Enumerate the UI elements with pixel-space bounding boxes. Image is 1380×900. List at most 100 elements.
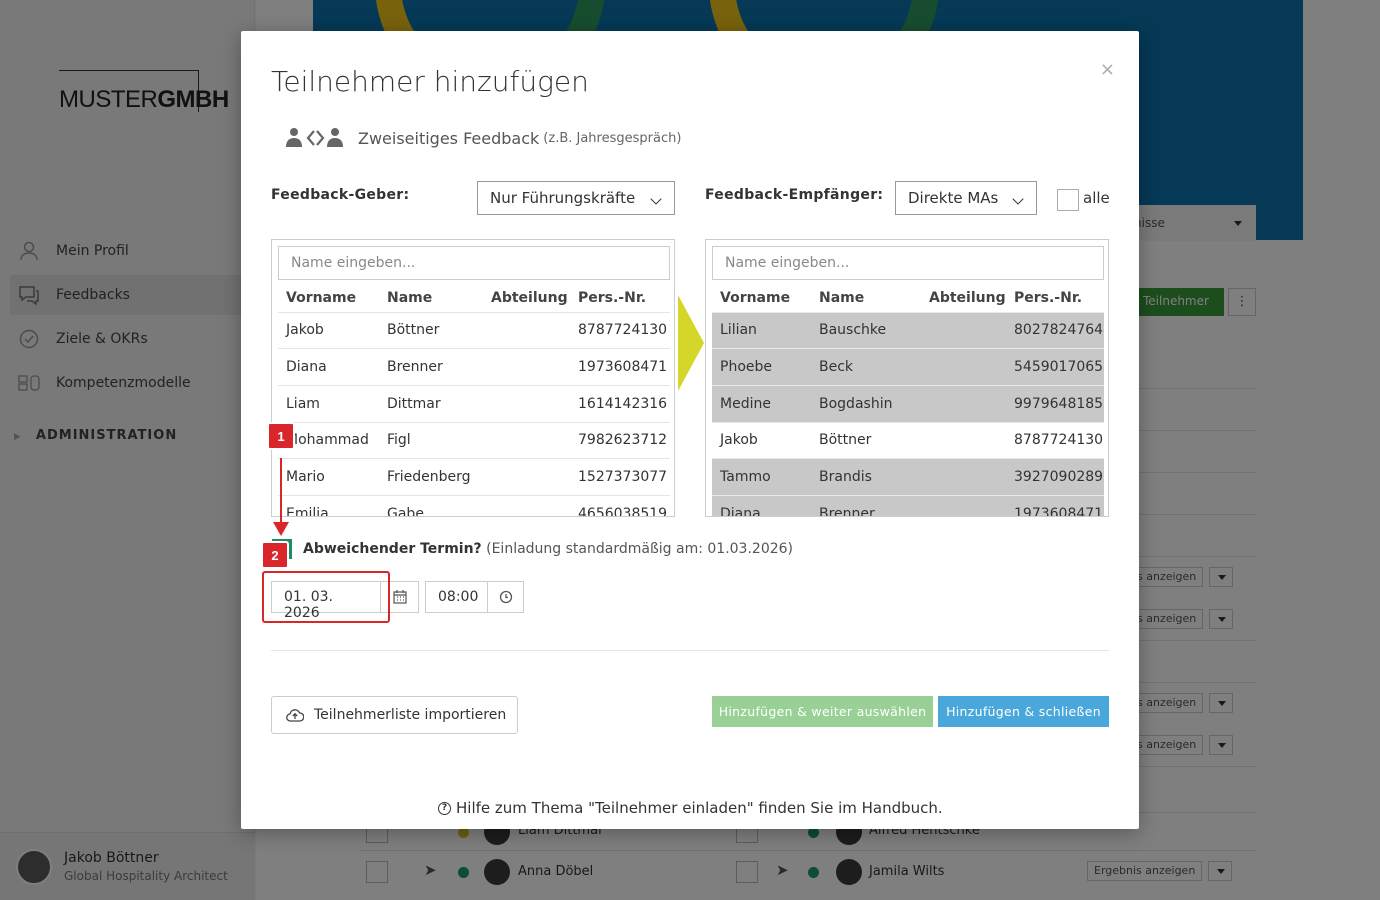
help-link[interactable]: ? Hilfe zum Thema "Teilnehmer einladen" f… (438, 799, 943, 817)
table-row[interactable]: Lilian Bauschke 8027824764 (712, 311, 1104, 349)
cell-nr: 8027824764 (1006, 311, 1104, 349)
cell-abteilung (921, 348, 1006, 386)
cell-abteilung (921, 421, 1006, 459)
feedback-type: Zweiseitiges Feedback (z.B. Jahresgespräc… (286, 127, 681, 149)
col-persnr[interactable]: Pers.-Nr. (1006, 284, 1104, 312)
time-input[interactable]: 08:00 (425, 581, 488, 613)
chevron-down-icon (1012, 193, 1024, 205)
col-abteilung[interactable]: Abteilung (921, 284, 1006, 312)
cell-name: Friedenberg (379, 458, 483, 496)
cell-name: Beck (811, 348, 921, 386)
cell-vorname: Jakob (278, 311, 379, 349)
receiver-select[interactable]: Direkte MAs (895, 181, 1037, 215)
receiver-table: Name eingeben... Vorname Name Abteilung … (705, 239, 1109, 517)
col-vorname[interactable]: Vorname (278, 284, 379, 312)
cell-abteilung (483, 311, 570, 349)
cell-name: Figl (379, 421, 483, 459)
cell-vorname: Lilian (712, 311, 811, 349)
cell-abteilung (483, 458, 570, 496)
divider (271, 650, 1109, 651)
cell-name: Böttner (379, 311, 483, 349)
col-persnr[interactable]: Pers.-Nr. (570, 284, 670, 312)
cell-nr: 1614142316 (570, 384, 670, 423)
cell-vorname: Phoebe (712, 348, 811, 386)
table-row[interactable]: Medine Bogdashin 9979648185 (712, 384, 1104, 423)
cell-abteilung (921, 458, 1006, 496)
question-icon: ? (438, 801, 451, 815)
table-row[interactable]: Mario Friedenberg 1527373077 (278, 458, 670, 496)
receiver-search-input[interactable]: Name eingeben... (712, 246, 1104, 280)
annotation-badge-1: 1 (267, 422, 295, 450)
cloud-upload-icon (286, 708, 304, 722)
receiver-label: Feedback-Empfänger: (705, 187, 884, 203)
table-row[interactable]: Phoebe Beck 5459017065 (712, 348, 1104, 386)
cell-nr: 7982623712 (570, 421, 670, 459)
table-row[interactable]: Jakob Böttner 8787724130 (278, 311, 670, 349)
cell-abteilung (921, 494, 1006, 516)
cell-nr: 8787724130 (570, 311, 670, 349)
modal-title: Teilnehmer hinzufügen (271, 65, 589, 98)
table-row[interactable]: Emilia Gabe 4656038519 (278, 494, 670, 516)
col-abteilung[interactable]: Abteilung (483, 284, 570, 312)
cell-abteilung (483, 348, 570, 386)
table-row[interactable]: Diana Brenner 1973608471 (278, 348, 670, 386)
giver-label: Feedback-Geber: (271, 187, 410, 203)
annotation-arrowhead (273, 522, 289, 536)
cell-vorname: Tammo (712, 458, 811, 496)
transfer-arrow-icon (678, 295, 704, 391)
table-row[interactable]: Tammo Brandis 3927090289 (712, 458, 1104, 496)
annotation-highlight-box (262, 571, 390, 623)
cell-name: Bogdashin (811, 384, 921, 423)
col-vorname[interactable]: Vorname (712, 284, 811, 312)
cell-vorname: Diana (712, 494, 811, 516)
cell-name: Brandis (811, 458, 921, 496)
cell-vorname: Diana (278, 348, 379, 386)
cell-vorname: Jakob (712, 421, 811, 459)
table-row[interactable]: Mohammad Figl 7982623712 (278, 421, 670, 459)
cell-name: Bauschke (811, 311, 921, 349)
giver-search-input[interactable]: Name eingeben... (278, 246, 670, 280)
chevron-down-icon (650, 193, 662, 205)
cell-nr: 1973608471 (570, 348, 670, 386)
table-row[interactable]: Liam Dittmar 1614142316 (278, 384, 670, 423)
cell-vorname: Medine (712, 384, 811, 423)
cell-nr: 5459017065 (1006, 348, 1104, 386)
annotation-badge-2: 2 (261, 541, 289, 569)
all-label: alle (1083, 189, 1110, 207)
close-icon[interactable]: × (1100, 59, 1115, 80)
import-participants-button[interactable]: Teilnehmerliste importieren (271, 696, 518, 734)
all-checkbox[interactable] (1057, 189, 1079, 211)
receiver-list: Vorname Name Abteilung Pers.-Nr. Lilian B… (712, 284, 1104, 516)
cell-vorname: Emilia (278, 494, 379, 516)
cell-name: Brenner (811, 494, 921, 516)
cell-abteilung (921, 384, 1006, 423)
col-name[interactable]: Name (811, 284, 921, 312)
cell-abteilung (483, 384, 570, 423)
cell-vorname: Liam (278, 384, 379, 423)
add-and-continue-button[interactable]: Hinzufügen & weiter auswählen (712, 696, 933, 727)
clock-icon[interactable] (487, 581, 524, 613)
two-way-feedback-icon (286, 127, 344, 149)
cell-nr: 8787724130 (1006, 421, 1104, 459)
cell-nr: 3927090289 (1006, 458, 1104, 496)
giver-select[interactable]: Nur Führungskräfte (477, 181, 675, 215)
custom-date-label: Abweichender Termin? (Einladung standard… (303, 541, 793, 557)
table-row[interactable]: Jakob Böttner 8787724130 (712, 421, 1104, 459)
cell-nr: 1527373077 (570, 458, 670, 496)
annotation-arrow (280, 458, 282, 524)
add-and-close-button[interactable]: Hinzufügen & schließen (938, 696, 1109, 727)
cell-abteilung (921, 311, 1006, 349)
giver-table: Name eingeben... Vorname Name Abteilung … (271, 239, 675, 517)
cell-abteilung (483, 421, 570, 459)
cell-nr: 4656038519 (570, 494, 670, 516)
cell-nr: 1973608471 (1006, 494, 1104, 516)
cell-nr: 9979648185 (1006, 384, 1104, 423)
cell-abteilung (483, 494, 570, 516)
cell-name: Dittmar (379, 384, 483, 423)
col-name[interactable]: Name (379, 284, 483, 312)
cell-vorname: Mario (278, 458, 379, 496)
cell-name: Brenner (379, 348, 483, 386)
table-row[interactable]: Diana Brenner 1973608471 (712, 494, 1104, 516)
cell-name: Gabe (379, 494, 483, 516)
giver-list: Vorname Name Abteilung Pers.-Nr. Jakob Bö… (278, 284, 670, 516)
